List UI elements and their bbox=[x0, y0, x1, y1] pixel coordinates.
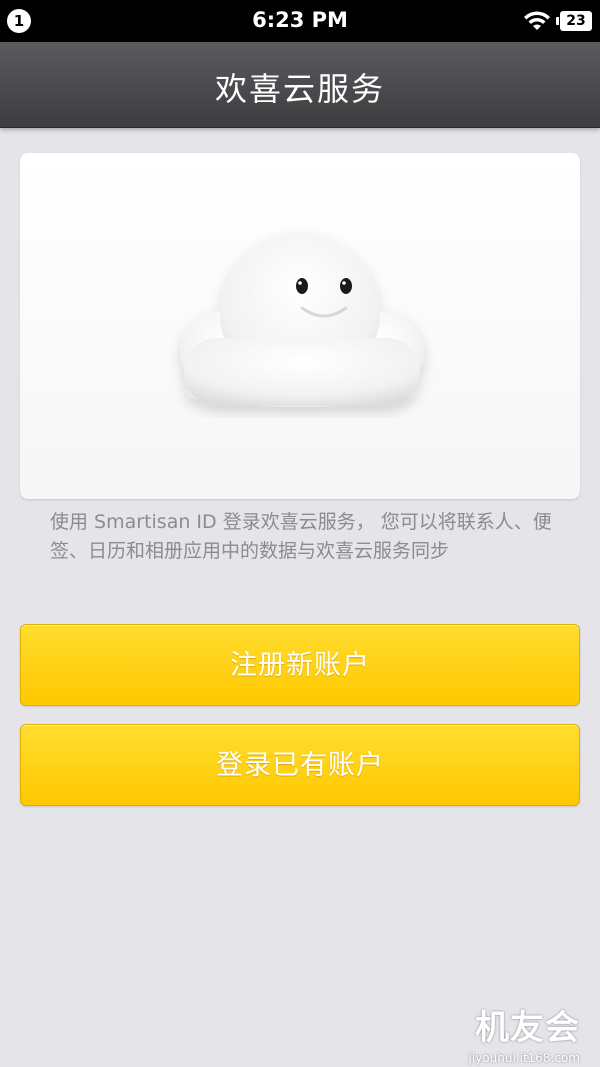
status-bar: 1 6:23 PM 23 bbox=[0, 0, 600, 42]
watermark-url: jiyouhui.it168.com bbox=[468, 1051, 580, 1065]
battery-icon: 23 bbox=[556, 11, 592, 31]
hero-card bbox=[20, 153, 580, 499]
page-title: 欢喜云服务 bbox=[214, 70, 385, 108]
nav-bar: 欢喜云服务 bbox=[0, 42, 600, 128]
status-time: 6:23 PM bbox=[252, 8, 348, 32]
wifi-icon bbox=[524, 11, 550, 30]
watermark-logo: 机友会 bbox=[475, 1008, 580, 1048]
register-account-button[interactable]: 注册新账户 bbox=[20, 624, 580, 706]
service-description: 使用 Smartisan ID 登录欢喜云服务， 您可以将联系人、便签、日历和相… bbox=[50, 511, 552, 562]
cloud-mascot-icon bbox=[180, 233, 424, 407]
watermark: 机友会 jiyouhui.it168.com bbox=[469, 1000, 580, 1065]
login-account-button[interactable]: 登录已有账户 bbox=[20, 724, 580, 806]
